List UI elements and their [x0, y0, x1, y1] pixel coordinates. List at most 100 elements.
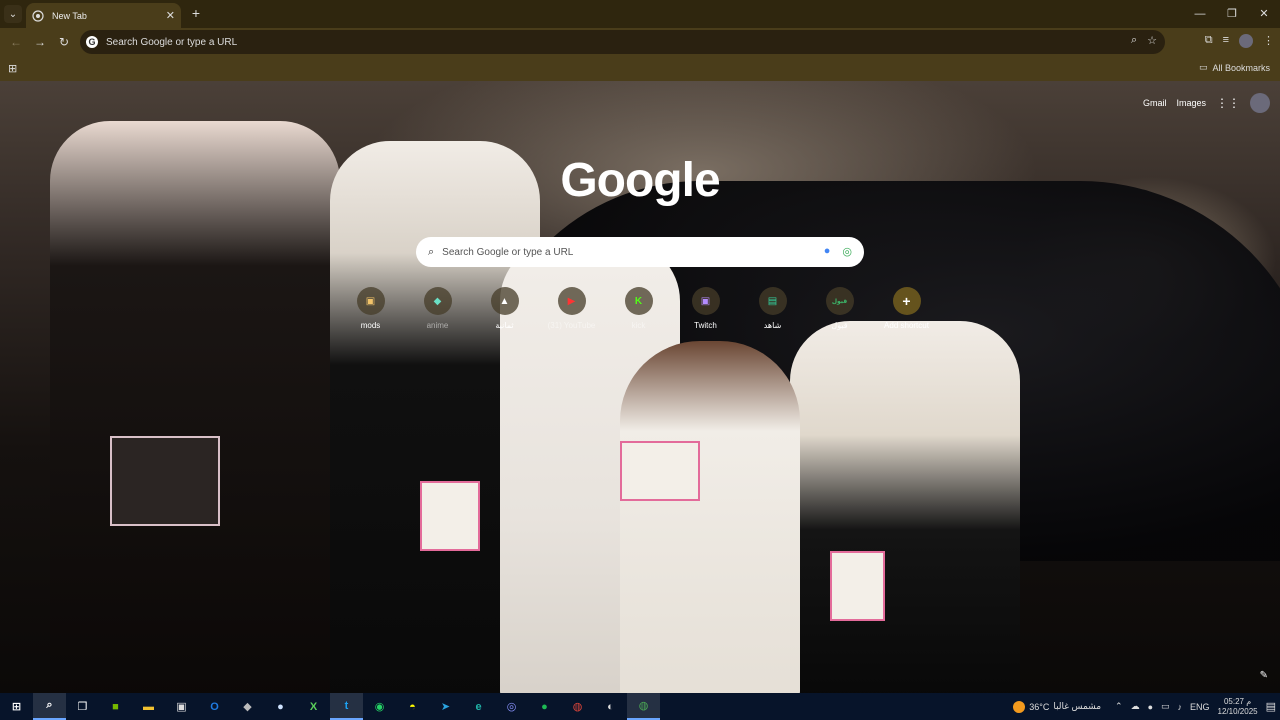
shortcut-label: ثمانية: [495, 321, 514, 330]
spotify-icon[interactable]: ●: [528, 693, 561, 720]
outlook-icon[interactable]: O: [198, 693, 231, 720]
add-icon: +: [892, 287, 921, 315]
start-icon[interactable]: ⊞: [0, 693, 33, 720]
sun-icon: [1013, 700, 1026, 713]
shortcut-label: قبول: [831, 321, 848, 330]
chrome-icon: [32, 9, 44, 22]
search-icon[interactable]: ⌕: [33, 693, 66, 720]
all-bookmarks-label: All Bookmarks: [1212, 62, 1270, 73]
weather-widget[interactable]: 36°C مشمس غالبا: [1013, 700, 1101, 713]
all-bookmarks-button[interactable]: ▭ All Bookmarks: [1199, 62, 1270, 73]
microphone-icon[interactable]: ●: [1148, 702, 1153, 712]
qaboul-icon: قبول: [825, 287, 854, 315]
background-person: [790, 321, 1020, 693]
google-logo: Google: [560, 154, 720, 207]
apps-grid-icon[interactable]: ⊞: [8, 62, 17, 75]
anime-icon: ◆: [423, 287, 452, 315]
system-tray: 36°C مشمس غالبا ⌃ ☁ ● ▭ ♪ ENG 05:27 م 12…: [1013, 693, 1276, 720]
clock-time: 05:27 م: [1223, 696, 1252, 706]
background-gift: [420, 481, 480, 551]
cloud-icon[interactable]: ☁: [1131, 701, 1140, 712]
taskbar-icons: ⊞ ⌕ ❐ ■ ▬ ▣ O ◆ ● X t ◉ ◓ ➤ e ◎ ● ◍ ◐ ◍: [0, 693, 660, 720]
tab-new-tab[interactable]: New Tab ✕: [26, 3, 181, 28]
shortcut-shahid[interactable]: ▤ شاهد: [739, 287, 806, 339]
google-apps-icon[interactable]: ⋮⋮: [1216, 96, 1240, 110]
menu-icon[interactable]: ⋮: [1263, 34, 1274, 48]
network-icon[interactable]: ▭: [1161, 701, 1170, 712]
edge-icon[interactable]: e: [462, 693, 495, 720]
shortcut-label: Add shortcut: [884, 321, 929, 330]
restore-button[interactable]: ❐: [1216, 0, 1248, 28]
close-window-button[interactable]: ✕: [1248, 0, 1280, 28]
background-gift: [830, 551, 885, 621]
shortcut-youtube[interactable]: ▶ (31) YouTube: [538, 287, 605, 339]
shortcut-anime[interactable]: ◆ anime: [404, 287, 471, 339]
volume-icon[interactable]: ♪: [1178, 702, 1183, 712]
clock-date: 12/10/2025: [1217, 706, 1258, 716]
shortcut-mods[interactable]: ▣ mods: [337, 287, 404, 339]
search-placeholder: Search Google or type a URL: [442, 246, 574, 258]
back-icon[interactable]: ←: [4, 35, 28, 49]
xbox-icon[interactable]: X: [297, 693, 330, 720]
file-explorer-icon[interactable]: ▬: [132, 693, 165, 720]
ntp-top-links: Gmail Images ⋮⋮: [1143, 93, 1270, 113]
snapchat-icon[interactable]: ◓: [396, 693, 429, 720]
tab-search-button[interactable]: ⌄: [4, 5, 22, 23]
discord-icon[interactable]: ◎: [495, 693, 528, 720]
shortcut-label: kick: [631, 321, 646, 330]
twitch-icon: ▣: [691, 287, 720, 315]
zoom-icon[interactable]: ⌕: [1131, 34, 1137, 47]
media-control-icon[interactable]: ≡: [1223, 34, 1229, 48]
language-indicator[interactable]: ENG: [1190, 702, 1210, 712]
steam-icon[interactable]: ●: [264, 693, 297, 720]
shortcut-label: شاهد: [763, 321, 782, 330]
shortcut-qaboul[interactable]: قبول قبول: [806, 287, 873, 339]
shortcut-kick[interactable]: K kick: [605, 287, 672, 339]
notifications-icon[interactable]: ▤: [1266, 700, 1276, 713]
profile-avatar[interactable]: [1239, 34, 1253, 48]
youtube-icon: ▶: [557, 287, 586, 315]
weather-temp: 36°C: [1029, 701, 1050, 712]
task-view-icon[interactable]: ❐: [66, 693, 99, 720]
add-shortcut-button[interactable]: + Add shortcut: [873, 287, 940, 339]
images-link[interactable]: Images: [1176, 98, 1206, 108]
background-person: [620, 341, 800, 693]
tab-title: New Tab: [52, 10, 87, 21]
omnibox[interactable]: G Search Google or type a URL ⌕ ☆: [80, 30, 1165, 54]
nvidia-icon[interactable]: ■: [99, 693, 132, 720]
toolbar: ← → ↻ G Search Google or type a URL ⌕ ☆ …: [0, 28, 1280, 56]
voice-search-icon[interactable]: ●: [824, 245, 831, 258]
chrome-dev-icon[interactable]: ◍: [627, 693, 660, 720]
shortcut-twitch[interactable]: ▣ Twitch: [672, 287, 739, 339]
new-tab-page: Gmail Images ⋮⋮ Google ⌕ Search Google o…: [0, 81, 1280, 693]
reload-icon[interactable]: ↻: [52, 35, 76, 49]
extensions-icon[interactable]: ⧉: [1205, 34, 1213, 48]
shortcut-label: (31) YouTube: [547, 321, 596, 330]
lens-search-icon[interactable]: ◎: [842, 245, 852, 258]
minimize-button[interactable]: —: [1184, 0, 1216, 28]
customize-pencil-icon[interactable]: ✎: [1260, 670, 1268, 681]
account-avatar[interactable]: [1250, 93, 1270, 113]
bookmark-star-icon[interactable]: ☆: [1147, 34, 1157, 47]
whatsapp-icon[interactable]: ◉: [363, 693, 396, 720]
epic-icon[interactable]: ◆: [231, 693, 264, 720]
shortcut-label: Twitch: [694, 321, 717, 330]
shortcut-thamaniya[interactable]: ▲ ثمانية: [471, 287, 538, 339]
window-controls: — ❐ ✕: [1184, 0, 1280, 28]
close-tab-icon[interactable]: ✕: [166, 9, 175, 22]
telegram-icon[interactable]: ➤: [429, 693, 462, 720]
github-icon[interactable]: ◐: [594, 693, 627, 720]
thamaniya-icon: ▲: [490, 287, 519, 315]
new-tab-button[interactable]: +: [188, 5, 204, 21]
chevron-up-icon[interactable]: ⌃: [1115, 701, 1123, 712]
taskbar: ⊞ ⌕ ❐ ■ ▬ ▣ O ◆ ● X t ◉ ◓ ➤ e ◎ ● ◍ ◐ ◍ …: [0, 693, 1280, 720]
ntp-search-box[interactable]: ⌕ Search Google or type a URL ● ◎: [416, 237, 864, 267]
mods-icon: ▣: [356, 287, 385, 315]
gmail-link[interactable]: Gmail: [1143, 98, 1167, 108]
background-gift: [620, 441, 700, 501]
chrome-icon[interactable]: ◍: [561, 693, 594, 720]
store-icon[interactable]: ▣: [165, 693, 198, 720]
forward-icon[interactable]: →: [28, 35, 52, 49]
twitter-icon[interactable]: t: [330, 693, 363, 720]
clock[interactable]: 05:27 م 12/10/2025: [1218, 697, 1258, 717]
